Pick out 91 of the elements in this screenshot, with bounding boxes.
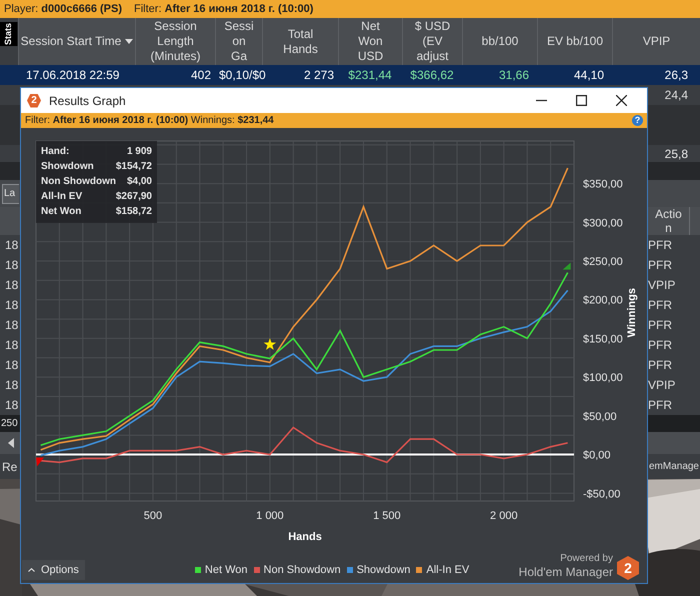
table-cell-text: VPIP	[648, 377, 676, 394]
tooltip-label: Hand:	[41, 145, 70, 159]
column-header[interactable]: Net Won USD	[358, 19, 384, 64]
footer-count: 250	[0, 417, 18, 431]
y-tick-label: $250,00	[583, 256, 623, 268]
star-icon	[264, 338, 276, 350]
x-tick-label: 1 000	[256, 510, 284, 522]
maximize-icon[interactable]	[576, 95, 586, 106]
legend-label: Showdown	[356, 562, 410, 578]
player-label: Player: d000c6666 (PS)	[4, 2, 122, 17]
y-tick-label: $50,00	[583, 410, 617, 423]
x-tick-label: 2 000	[490, 510, 518, 522]
x-axis-title: Hands	[288, 531, 322, 543]
table-cell: 18	[5, 278, 18, 292]
table-cell-text: PFR	[648, 237, 673, 254]
scroll-left-icon[interactable]	[8, 438, 14, 448]
table-cell-text: PFR	[648, 337, 673, 354]
table-cell-text: PFR	[648, 257, 673, 274]
table-cell: 18	[5, 378, 18, 392]
table-cell-text: PFR	[648, 317, 673, 334]
column-header[interactable]: EV bb/100	[546, 34, 604, 49]
table-cell: 18	[5, 398, 18, 412]
column-header[interactable]: Session Start Time	[20, 34, 122, 49]
column-header[interactable]: Sessi on Ga	[224, 19, 254, 64]
y-axis-title: Winnings	[625, 288, 639, 338]
tooltip-label: Non Showdown	[41, 175, 116, 189]
table-cell: 18	[5, 258, 18, 272]
y-tick-label: $300,00	[583, 217, 623, 230]
window-title: Results Graph	[49, 92, 126, 110]
table-cell-text: VPIP	[648, 277, 676, 294]
tooltip-value: 1 909	[126, 145, 152, 159]
status-text: Re	[1, 458, 18, 476]
total-cell-text: 25,8	[664, 146, 688, 162]
end-marker-icon	[562, 262, 571, 270]
status-text: emManage	[648, 460, 700, 474]
table-cell: 18	[5, 238, 18, 252]
table-cell-text: 31,66	[498, 67, 529, 84]
tooltip-value: $158,72	[116, 205, 152, 219]
table-cell: 18	[5, 298, 18, 312]
stats-tab[interactable]: Stats	[0, 22, 18, 46]
x-tick-label: 500	[144, 510, 162, 522]
table-cell-text: 2 273	[304, 67, 334, 84]
tooltip-value: $4,00	[126, 175, 152, 189]
table-cell: 18	[5, 318, 18, 332]
y-tick-label: $150,00	[583, 333, 623, 346]
y-tick-label: $200,00	[583, 294, 623, 307]
table-cell-text: PFR	[648, 297, 673, 314]
table-cell-text: PFR	[648, 357, 673, 374]
table-cell: 18	[5, 338, 18, 352]
table-cell-text: $231,44	[348, 67, 392, 84]
y-tick-label: $100,00	[583, 372, 623, 384]
brand-name: Hold'em Manager	[518, 565, 613, 580]
options-button[interactable]: Options	[22, 560, 85, 580]
column-header[interactable]: $ USD (EV adjust	[414, 19, 450, 64]
table-cell-text: $366,62	[410, 67, 454, 84]
table-cell-text: 24,4	[664, 87, 688, 104]
tooltip-value: $154,72	[116, 160, 152, 174]
legend-label: Net Won	[204, 562, 248, 578]
table-cell-text: 44,10	[574, 67, 604, 84]
tooltip-label: All-In EV	[41, 190, 82, 204]
column-header[interactable]: Actio n	[655, 207, 682, 235]
column-header[interactable]: Session Length (Minutes)	[150, 19, 200, 64]
table-cell-text: 402	[190, 67, 211, 84]
filter-field[interactable]: La	[2, 184, 19, 204]
y-tick-label: -$50,00	[583, 488, 620, 500]
help-button[interactable]: ?	[632, 115, 643, 126]
start-marker-icon	[36, 458, 44, 467]
table-cell-text: 26,3	[664, 67, 688, 84]
filter-label: Filter: After 16 июня 2018 г. (10:00) Winnings: $231,44	[25, 114, 274, 128]
x-tick-label: 1 500	[373, 510, 401, 522]
table-cell-text: 17.06.2018 22:59	[26, 67, 120, 84]
column-header[interactable]: bb/100	[482, 34, 518, 49]
caret-icon	[28, 568, 35, 572]
table-cell-text: PFR	[648, 397, 673, 414]
selected-row[interactable]: 17.06.2018 22:59 402 $0,10/$0 2 273 $231,44 $366,62 31,66 44,10 26,3	[0, 65, 700, 85]
legend-label: All-In EV	[426, 562, 470, 578]
tooltip-label: Showdown	[41, 160, 94, 174]
tooltip-label: Net Won	[41, 205, 82, 219]
brand-logo: 2	[617, 556, 639, 580]
tooltip-value: $267,90	[116, 190, 152, 204]
table-cell: 18	[5, 358, 18, 372]
y-tick-label: $350,00	[583, 178, 623, 191]
filter-label: Filter: After 16 июня 2018 г. (10:00)	[134, 2, 314, 17]
close-icon[interactable]	[616, 95, 626, 106]
column-header[interactable]: VPIP	[642, 34, 670, 49]
legend-label: Non Showdown	[264, 562, 341, 578]
app-logo: 2	[27, 94, 41, 108]
table-cell-text: $0,10/$0	[219, 67, 266, 84]
y-tick-label: $0,00	[583, 450, 611, 462]
column-header[interactable]: Total Hands	[283, 26, 318, 56]
powered-by-text: Powered by	[560, 553, 613, 565]
